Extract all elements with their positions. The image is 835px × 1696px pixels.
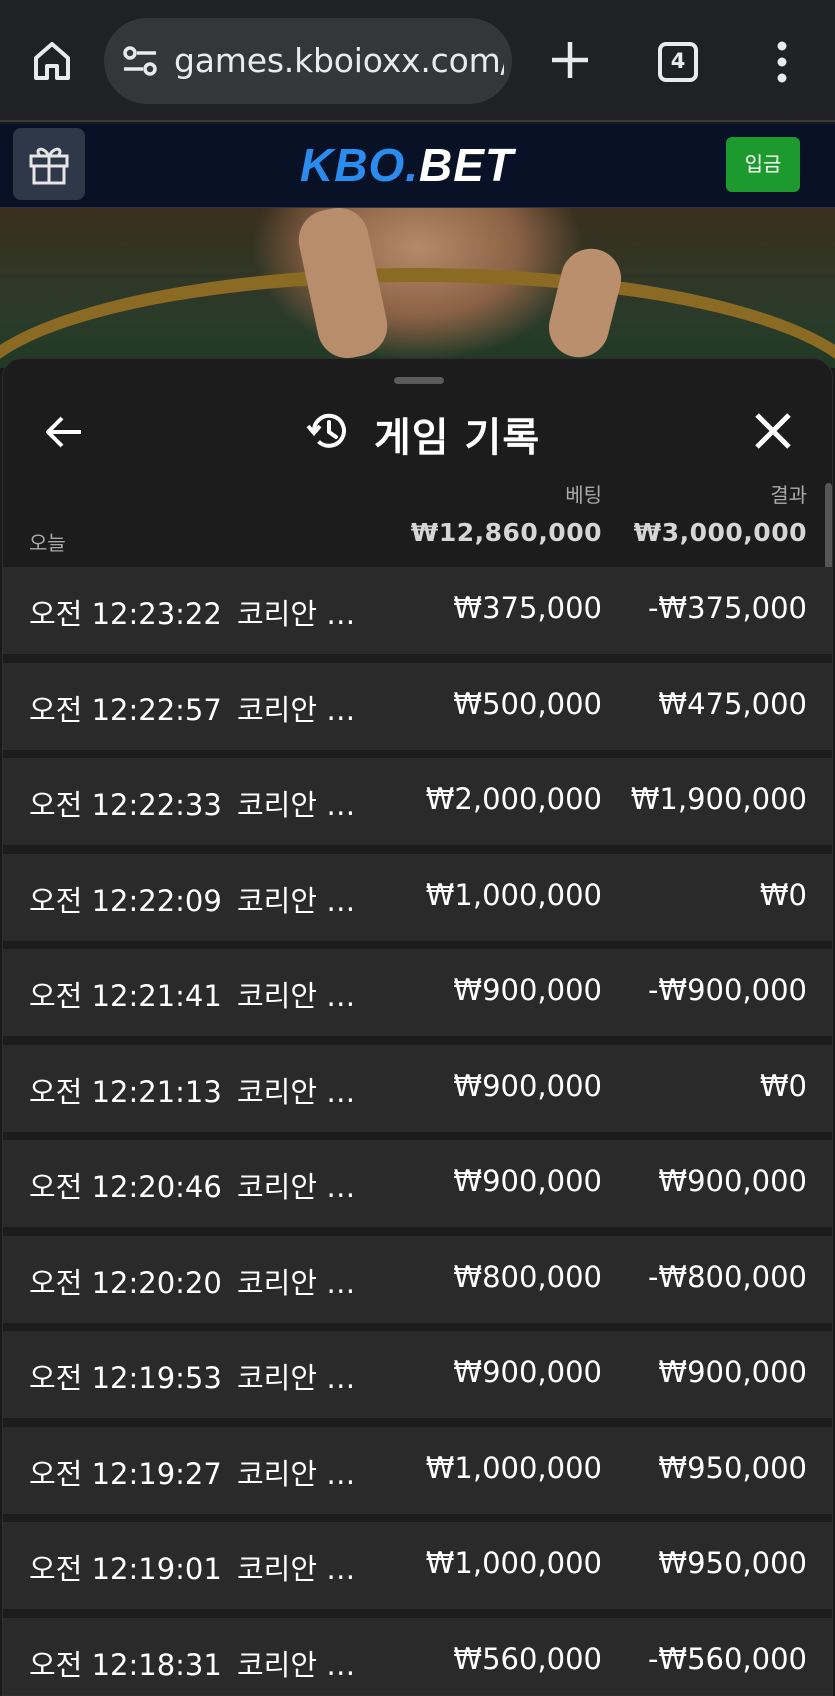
history-summary: 베팅 결과 오늘 ₩12,860,000 ₩3,000,000 [3, 479, 832, 565]
row-game: 코리안 스... [237, 1170, 377, 1204]
row-time: 오전 12:22:09 [29, 883, 222, 918]
gift-button[interactable] [13, 128, 85, 200]
history-row[interactable]: 오전 12:18:31 코리안 스... ₩560,000 -₩560,000 [3, 1617, 832, 1695]
history-row[interactable]: 오전 12:19:01 코리안 스... ₩1,000,000 ₩950,000 [3, 1522, 832, 1609]
total-bet: ₩12,860,000 [410, 518, 602, 547]
row-result: -₩560,000 [647, 1641, 807, 1676]
row-game: 코리안 스... [237, 979, 377, 1013]
row-time: 오전 12:21:13 [29, 1074, 222, 1109]
history-row[interactable]: 오전 12:19:27 코리안 스... ₩1,000,000 ₩950,000 [3, 1426, 832, 1514]
row-bet: ₩500,000 [453, 686, 602, 721]
drag-handle[interactable] [394, 377, 444, 384]
row-time: 오전 12:23:22 [29, 597, 222, 631]
row-game: 코리안 스... [237, 788, 377, 822]
home-icon[interactable] [28, 36, 76, 84]
table-rim [0, 268, 835, 368]
row-bet: ₩1,000,000 [425, 1546, 602, 1580]
row-result: ₩900,000 [658, 1164, 807, 1198]
site-header: KBO.BET 입금 [0, 124, 835, 208]
history-row[interactable]: 오전 12:19:53 코리안 스... ₩900,000 ₩900,000 [3, 1331, 832, 1418]
row-game: 코리안 스... [237, 883, 377, 918]
history-row[interactable]: 오전 12:23:22 코리안 스... ₩375,000 -₩375,000 [3, 567, 832, 654]
history-row[interactable]: 오전 12:20:20 코리안 스... ₩800,000 -₩800,000 [3, 1235, 832, 1323]
history-icon [306, 413, 346, 448]
gift-icon [29, 147, 69, 185]
total-result: ₩3,000,000 [633, 518, 807, 547]
row-time: 오전 12:18:31 [29, 1647, 222, 1682]
row-time: 오전 12:22:57 [29, 692, 222, 727]
row-game: 코리안 스... [237, 1361, 377, 1395]
row-result: ₩950,000 [658, 1546, 807, 1580]
row-bet: ₩800,000 [453, 1259, 602, 1294]
logo-bet-text: BET [419, 139, 514, 191]
history-list: 오전 12:23:22 코리안 스... ₩375,000 -₩375,000 오전 … [3, 567, 832, 1695]
row-game: 코리안 스... [237, 1552, 377, 1586]
address-bar[interactable]: games.kboioxx.com/ [104, 18, 512, 104]
row-result: -₩900,000 [647, 973, 807, 1007]
row-result: ₩1,900,000 [630, 782, 807, 816]
row-game: 코리안 스... [237, 1456, 377, 1491]
more-vert-icon[interactable] [772, 40, 792, 84]
live-video [0, 208, 835, 368]
history-row[interactable]: 오전 12:21:13 코리안 스... ₩900,000 ₩0 [3, 1044, 832, 1132]
row-bet: ₩1,000,000 [425, 877, 602, 912]
row-game: 코리안 스... [237, 1647, 377, 1682]
row-result: -₩375,000 [647, 591, 807, 625]
row-bet: ₩900,000 [453, 1355, 602, 1389]
logo-kbo-text: KBO. [300, 139, 419, 191]
row-bet: ₩900,000 [453, 1068, 602, 1103]
row-time: 오전 12:19:53 [29, 1361, 222, 1395]
row-bet: ₩560,000 [453, 1641, 602, 1676]
row-time: 오전 12:22:33 [29, 788, 222, 822]
row-result: ₩0 [759, 1068, 807, 1103]
result-column-header: 결과 [770, 483, 807, 507]
today-label: 오늘 [29, 531, 66, 555]
page-title: 게임 기록 [374, 415, 541, 461]
row-game: 코리안 스... [237, 1074, 377, 1109]
tab-switcher-button[interactable]: 4 [658, 42, 698, 82]
close-icon[interactable] [753, 411, 793, 451]
game-history-sheet: 게임 기록 베팅 결과 오늘 ₩12,860,000 ₩3,000,000 오전… [2, 358, 833, 1696]
row-bet: ₩900,000 [453, 1164, 602, 1198]
row-bet: ₩1,000,000 [425, 1450, 602, 1485]
arrow-left-icon[interactable] [43, 411, 85, 453]
row-game: 코리안 스... [237, 692, 377, 727]
history-row[interactable]: 오전 12:21:41 코리안 스... ₩900,000 -₩900,000 [3, 949, 832, 1036]
row-game: 코리안 스... [237, 597, 377, 631]
row-result: ₩475,000 [658, 686, 807, 721]
plus-icon[interactable] [548, 38, 592, 82]
deposit-button[interactable]: 입금 [726, 137, 800, 192]
row-game: 코리안 스... [237, 1265, 377, 1300]
url-text[interactable]: games.kboioxx.com/ [174, 41, 504, 80]
row-time: 오전 12:20:46 [29, 1170, 222, 1204]
row-bet: ₩2,000,000 [425, 782, 602, 816]
tune-icon[interactable] [122, 44, 158, 78]
row-bet: ₩375,000 [453, 591, 602, 625]
row-time: 오전 12:21:41 [29, 979, 222, 1013]
bet-column-header: 베팅 [565, 483, 602, 507]
history-row[interactable]: 오전 12:22:57 코리안 스... ₩500,000 ₩475,000 [3, 662, 832, 750]
history-row[interactable]: 오전 12:22:09 코리안 스... ₩1,000,000 ₩0 [3, 853, 832, 941]
row-result: ₩950,000 [658, 1450, 807, 1485]
row-result: ₩0 [759, 877, 807, 912]
row-result: ₩900,000 [658, 1355, 807, 1389]
row-result: -₩800,000 [647, 1259, 807, 1294]
history-row[interactable]: 오전 12:22:33 코리안 스... ₩2,000,000 ₩1,900,000 [3, 758, 832, 845]
row-time: 오전 12:20:20 [29, 1265, 222, 1300]
browser-toolbar: games.kboioxx.com/ 4 [0, 0, 835, 122]
row-time: 오전 12:19:27 [29, 1456, 222, 1491]
history-row[interactable]: 오전 12:20:46 코리안 스... ₩900,000 ₩900,000 [3, 1140, 832, 1227]
row-bet: ₩900,000 [453, 973, 602, 1007]
row-time: 오전 12:19:01 [29, 1552, 222, 1586]
site-logo[interactable]: KBO.BET [300, 138, 514, 192]
